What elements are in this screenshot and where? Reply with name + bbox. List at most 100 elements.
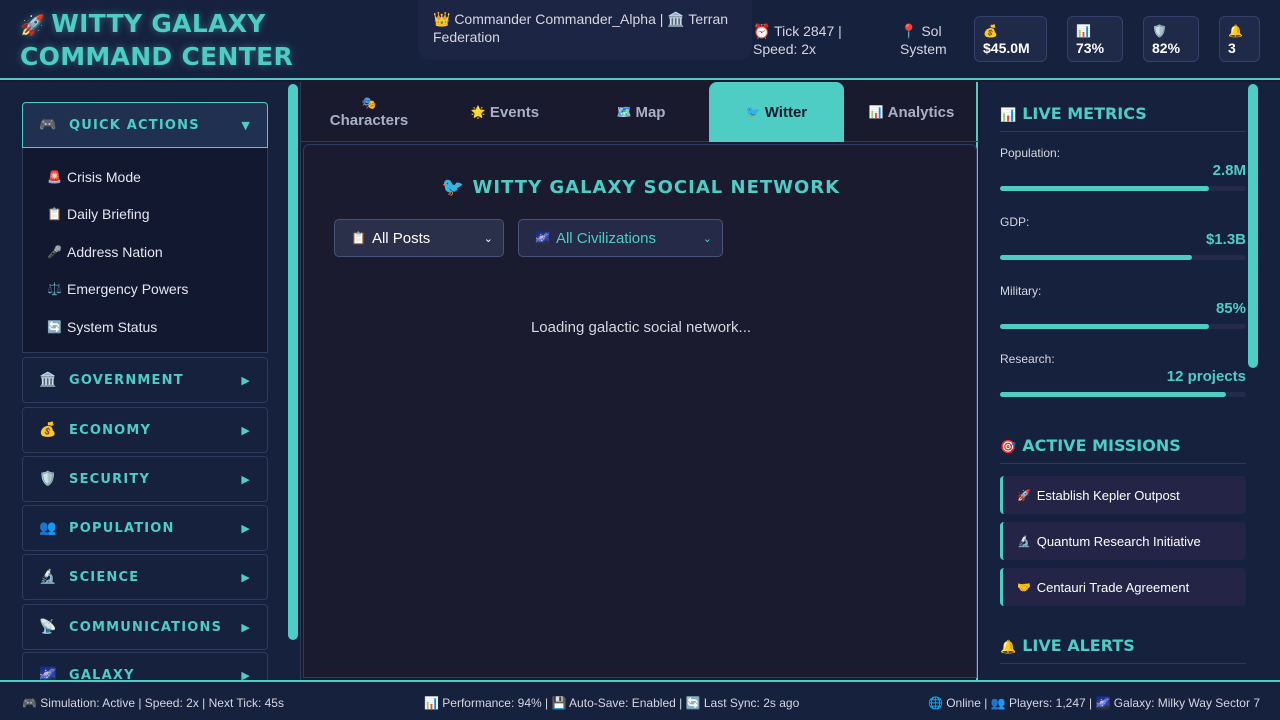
witter-panel: 🐦 WITTY GALAXY SOCIAL NETWORK 📋 All Post… <box>303 144 977 678</box>
metric-value: 2.8M <box>1212 162 1246 179</box>
right-panel: 📊 LIVE METRICS Population: 2.8M GDP: $1.3… <box>980 82 1280 680</box>
live-metrics-heading: 📊 LIVE METRICS <box>1000 104 1246 132</box>
metric-label: Research: <box>1000 352 1055 366</box>
tab-events[interactable]: 🌟 Events <box>437 82 573 142</box>
security-stat[interactable]: 🛡️ 82% <box>1143 16 1199 62</box>
subitem-label: System Status <box>67 318 158 335</box>
heading-text: LIVE METRICS <box>1022 104 1147 123</box>
satellite-dish-icon: 📡 <box>39 619 58 635</box>
metric-bar-fill <box>1000 392 1227 397</box>
mission-label: Centauri Trade Agreement <box>1036 579 1190 595</box>
theater-masks-icon: 🎭 <box>361 95 377 110</box>
post-filter-select[interactable]: 📋 All Posts ⌄ <box>334 219 504 257</box>
chart-icon: 📊 <box>868 105 884 119</box>
metric-label: Military: <box>1000 284 1042 298</box>
live-alerts-heading: 🔔 LIVE ALERTS <box>1000 636 1246 664</box>
bell-icon: 🔔 <box>1228 24 1243 38</box>
chevron-right-icon: ▶ <box>241 521 251 535</box>
chart-icon: 📊 <box>1076 24 1091 38</box>
section-economy[interactable]: 💰 ECONOMY ▶ <box>22 407 268 453</box>
chart-icon: 📊 <box>1000 108 1017 123</box>
metric-label: GDP: <box>1000 215 1030 229</box>
treasury-value: $45.0M <box>983 40 1030 56</box>
section-label: QUICK ACTIONS <box>69 117 200 133</box>
bell-icon: 🔔 <box>1000 640 1017 655</box>
mission-label: Establish Kepler Outpost <box>1036 487 1180 503</box>
scales-icon: ⚖️ <box>47 282 62 297</box>
chevron-right-icon: ▶ <box>241 570 251 584</box>
metric-bar <box>1000 392 1246 397</box>
refresh-icon: 🔄 <box>47 319 62 334</box>
active-missions-heading: 🎯 ACTIVE MISSIONS <box>1000 436 1246 464</box>
address-nation-item[interactable]: 🎤 Address Nation <box>23 233 267 271</box>
siren-icon: 🚨 <box>47 169 62 184</box>
rocket-icon: 🚀 <box>1017 489 1031 502</box>
emergency-powers-item[interactable]: ⚖️ Emergency Powers <box>23 271 267 309</box>
tab-label: Characters <box>329 111 409 129</box>
crisis-mode-item[interactable]: 🚨 Crisis Mode <box>23 158 267 196</box>
section-quick-actions[interactable]: 🎮 QUICK ACTIONS ▼ <box>22 102 268 148</box>
metric-population: Population: 2.8M <box>1000 146 1246 206</box>
section-science[interactable]: 🔬 SCIENCE ▶ <box>22 554 268 600</box>
shield-icon: 🛡️ <box>39 471 58 487</box>
app-title-text: WITTY GALAXY COMMAND CENTER <box>20 9 294 71</box>
approval-value: 73% <box>1076 40 1105 56</box>
government-building-icon: 🏛️ <box>39 372 58 388</box>
section-label: COMMUNICATIONS <box>69 619 223 635</box>
treasury-stat[interactable]: 💰 $45.0M <box>974 16 1047 62</box>
header: 🚀 WITTY GALAXY COMMAND CENTER 👑 Commander… <box>0 0 1280 80</box>
section-communications[interactable]: 📡 COMMUNICATIONS ▶ <box>22 604 268 650</box>
chevron-down-icon: ⌄ <box>702 232 712 245</box>
section-government[interactable]: 🏛️ GOVERNMENT ▶ <box>22 357 268 403</box>
tab-analytics[interactable]: 📊 Analytics <box>844 82 979 142</box>
chevron-down-icon: ▼ <box>241 118 251 132</box>
alerts-stat[interactable]: 🔔 3 <box>1219 16 1260 62</box>
metric-value: 85% <box>1215 300 1246 317</box>
tab-label: Events <box>489 103 540 121</box>
tab-label: Map <box>635 103 666 121</box>
mission-label: Quantum Research Initiative <box>1036 533 1201 549</box>
tab-label: Witter <box>764 103 808 121</box>
civilization-filter-select[interactable]: 🌌 All Civilizations ⌄ <box>518 219 723 257</box>
right-panel-scrollbar[interactable] <box>1248 84 1258 368</box>
metric-gdp: GDP: $1.3B <box>1000 215 1246 275</box>
section-population[interactable]: 👥 POPULATION ▶ <box>22 505 268 551</box>
star-icon: 🌟 <box>470 105 486 119</box>
microscope-icon: 🔬 <box>1017 535 1031 548</box>
section-security[interactable]: 🛡️ SECURITY ▶ <box>22 456 268 502</box>
section-galaxy[interactable]: 🌌 GALAXY ▶ <box>22 652 268 680</box>
civilization-filter-value: All Civilizations <box>555 229 656 247</box>
chevron-right-icon: ▶ <box>241 620 251 634</box>
mission-item[interactable]: 🤝 Centauri Trade Agreement <box>1000 568 1246 606</box>
sidebar-scrollbar[interactable] <box>288 84 298 640</box>
metric-value: 12 projects <box>1166 368 1246 385</box>
system-status-item[interactable]: 🔄 System Status <box>23 308 267 346</box>
section-label: SCIENCE <box>69 569 140 585</box>
chevron-down-icon: ⌄ <box>483 232 493 245</box>
metric-bar-fill <box>1000 255 1192 260</box>
heading-text: ACTIVE MISSIONS <box>1022 436 1181 455</box>
shield-icon: 🛡️ <box>1152 24 1167 38</box>
status-bar: 🎮 Simulation: Active | Speed: 2x | Next … <box>0 680 1280 720</box>
chevron-right-icon: ▶ <box>241 472 251 486</box>
daily-briefing-item[interactable]: 📋 Daily Briefing <box>23 196 267 234</box>
sidebar: 🎮 QUICK ACTIONS ▼ 🚨 Crisis Mode 📋 Daily … <box>0 82 300 680</box>
tick-info: ⏰ Tick 2847 | Speed: 2x <box>753 23 842 57</box>
metric-bar <box>1000 186 1246 191</box>
tab-characters[interactable]: 🎭 Characters <box>301 82 437 142</box>
mission-item[interactable]: 🚀 Establish Kepler Outpost <box>1000 476 1246 514</box>
heading-text: LIVE ALERTS <box>1022 636 1135 655</box>
chevron-right-icon: ▶ <box>241 668 251 681</box>
approval-stat[interactable]: 📊 73% <box>1067 16 1123 62</box>
tab-map[interactable]: 🗺️ Map <box>573 82 709 142</box>
subitem-label: Emergency Powers <box>67 281 189 298</box>
gamepad-icon: 🎮 <box>39 117 58 133</box>
section-label: GOVERNMENT <box>69 372 184 388</box>
performance-status: 📊 Performance: 94% | 💾 Auto-Save: Enable… <box>424 696 800 710</box>
tab-witter[interactable]: 🐦 Witter <box>709 82 844 142</box>
mission-item[interactable]: 🔬 Quantum Research Initiative <box>1000 522 1246 560</box>
clipboard-icon: 📋 <box>351 231 366 245</box>
section-label: SECURITY <box>69 471 151 487</box>
system-location: 📍 Sol System <box>900 23 947 57</box>
metric-bar <box>1000 324 1246 329</box>
